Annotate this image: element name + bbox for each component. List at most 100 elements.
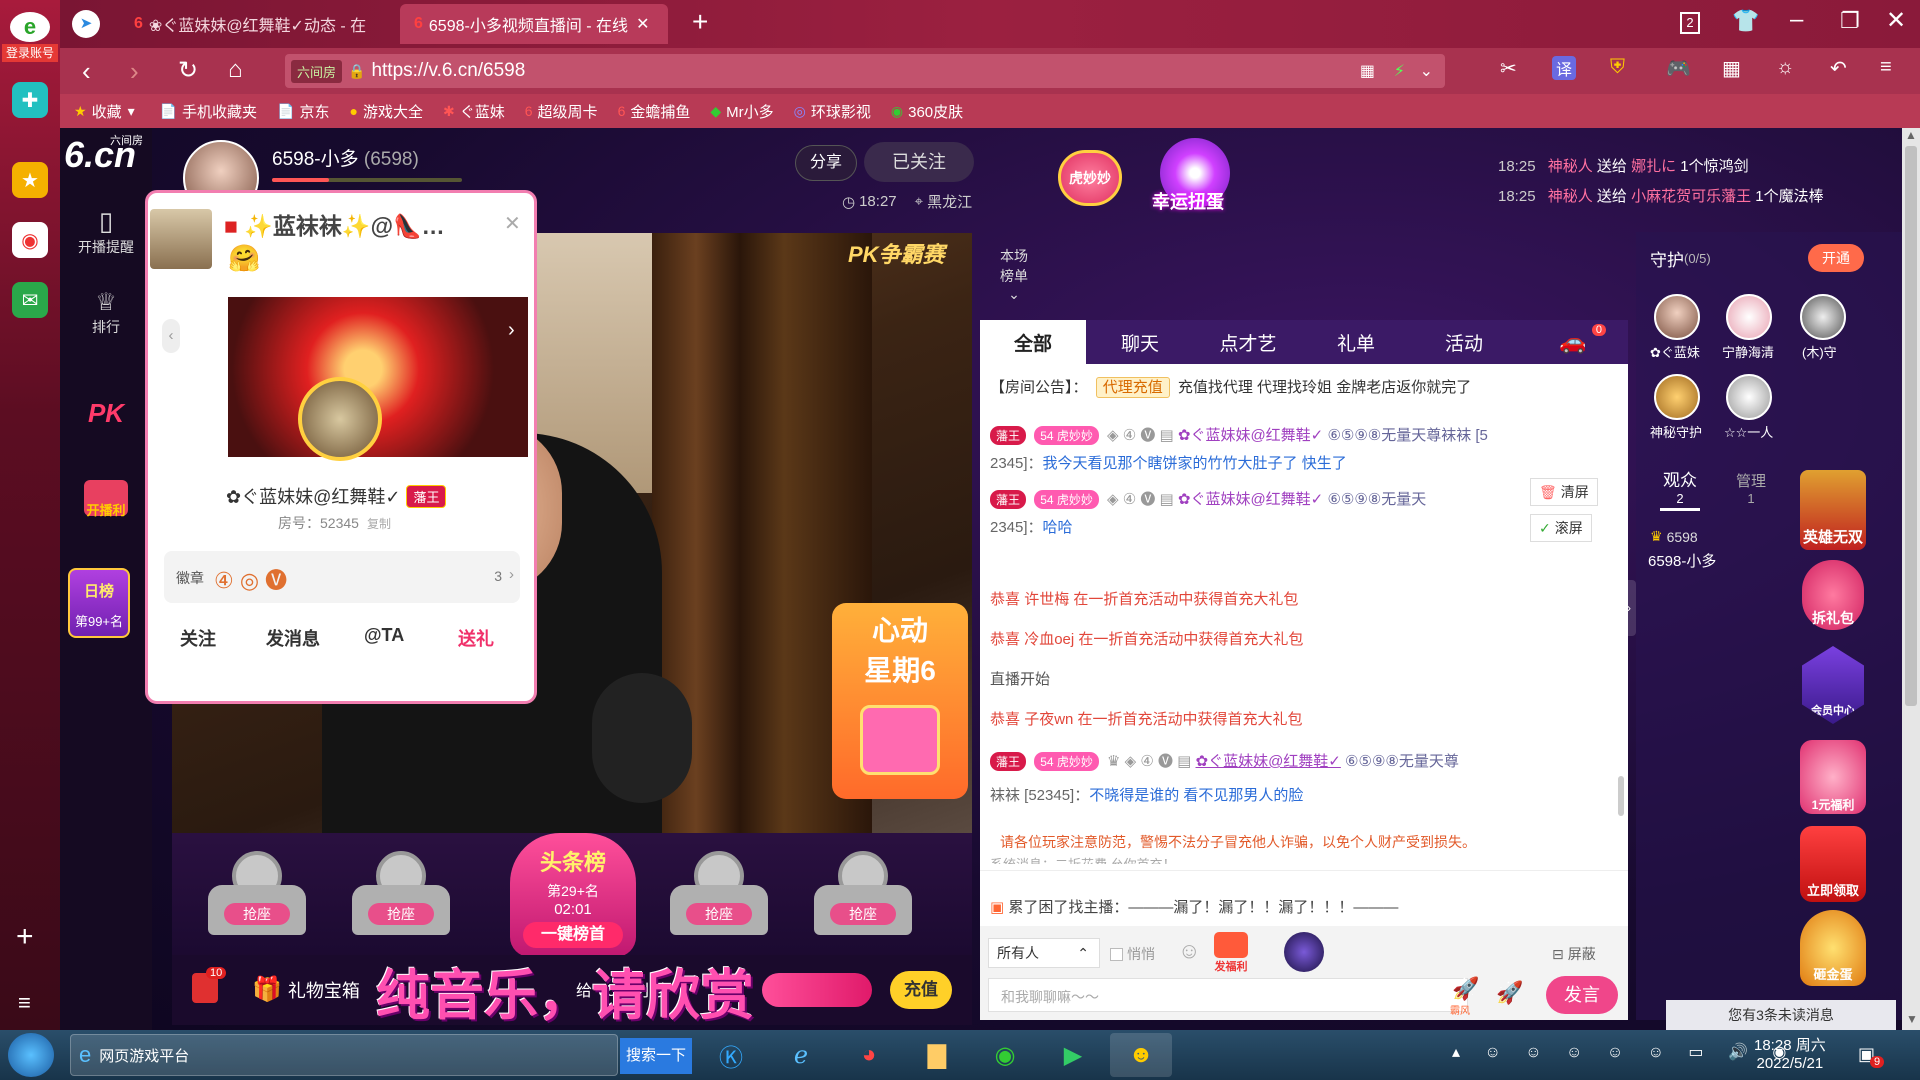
gamepad-icon[interactable]: 🎮 [1666, 56, 1691, 81]
recharge-button[interactable]: 充值 [890, 971, 952, 1009]
address-bar[interactable]: 六间房 🔒 https://v.6.cn/6598 ▦ ⚡ ⌄ [285, 54, 1445, 88]
chrome-icon[interactable]: ◕ [838, 1033, 900, 1077]
site-logo[interactable]: 6.cn 六间房 [64, 134, 148, 184]
chat-username[interactable]: ✿ぐ蓝妹妹@红舞鞋✓ [1178, 491, 1323, 508]
audience-entry[interactable]: ♛ 6598 [1650, 528, 1698, 545]
whisper-checkbox[interactable]: 悄悄 [1110, 944, 1155, 964]
star-icon[interactable]: ★ [12, 162, 48, 198]
share-button[interactable]: 分享 [795, 145, 857, 181]
add-icon[interactable]: + [16, 920, 34, 954]
chat-username[interactable]: ✿ぐ蓝妹妹@红舞鞋✓ [1178, 427, 1323, 444]
collapse-handle[interactable]: › [1622, 580, 1636, 636]
promo-one-yuan[interactable]: 1元福利 [1800, 740, 1866, 814]
translate-icon[interactable]: 译 [1552, 56, 1577, 80]
orb-icon[interactable] [1284, 932, 1324, 972]
send-gift-action[interactable]: 送礼 [458, 625, 494, 651]
close-tab-icon[interactable]: ✕ [636, 14, 649, 34]
search-button[interactable]: 搜索一下 [620, 1038, 692, 1074]
taskbar-item-browser[interactable]: e 网页游戏平台 [70, 1034, 618, 1076]
clear-screen-button[interactable]: 🗑 清屏 [1530, 478, 1598, 506]
one-click-top-button[interactable]: 一键榜首 [523, 922, 623, 948]
back-icon[interactable]: ‹ [82, 56, 91, 87]
tab-talent[interactable]: 点才艺 [1194, 320, 1302, 364]
launch-icon[interactable]: 🚀 [1452, 976, 1479, 1002]
plus-circle-icon[interactable]: ✚ [12, 82, 48, 118]
seat-slot[interactable]: 抢座 [202, 845, 312, 949]
tab-activity[interactable]: 活动 [1410, 320, 1518, 364]
popup-avatar-thumb[interactable] [150, 209, 212, 269]
start-button[interactable] [8, 1033, 54, 1077]
tab-live[interactable]: 6 6598-小多视频直播间 - 在线 ✕ [400, 4, 668, 44]
tab-audience[interactable]: 观众 2 [1660, 466, 1700, 511]
scroll-down-icon[interactable]: ▼ [1906, 1012, 1918, 1026]
session-ranking[interactable]: 本场 榜单 ⌄ [1000, 246, 1028, 303]
tiger-promo[interactable]: 虎妙妙 [1058, 150, 1122, 206]
bookmark-item[interactable]: ✱ ぐ蓝妹 [443, 101, 505, 122]
scroll-thumb[interactable] [1905, 146, 1917, 706]
promo-smash-egg[interactable]: 砸金蛋 [1800, 910, 1866, 986]
copy-button[interactable]: 复制 [367, 515, 391, 532]
refresh-icon[interactable]: ↻ [178, 56, 198, 85]
tab-gift-list[interactable]: 礼单 [1302, 320, 1410, 364]
game-app-icon[interactable]: ☻ [1110, 1033, 1172, 1077]
undo-icon[interactable]: ↶ [1830, 56, 1847, 81]
chevron-down-icon[interactable]: ⌄ [1420, 61, 1433, 81]
open-guard-button[interactable]: 开通 [1808, 244, 1864, 272]
guard-name[interactable]: (木)守 [1802, 342, 1837, 361]
restore-icon[interactable]: ❐ [1840, 8, 1860, 34]
bookmark-item[interactable]: ◎ 环球影视 [794, 101, 871, 122]
tab-admin[interactable]: 管理 1 [1736, 470, 1766, 506]
guard-name[interactable]: 宁静海清 [1722, 342, 1774, 361]
new-tab-button[interactable]: + [692, 6, 708, 38]
prev-arrow-icon[interactable]: ‹ [162, 319, 180, 353]
home-icon[interactable]: ⌂ [228, 56, 243, 84]
ie-browser-icon[interactable]: ℯ [770, 1033, 832, 1077]
guard-avatar[interactable] [1726, 374, 1772, 420]
chat-scrollbar[interactable] [1618, 776, 1624, 816]
medal-row[interactable]: 徽章 ④ ◎ 🅥 3 › [164, 551, 520, 603]
bookmark-item[interactable]: ◉ 360皮肤 [891, 101, 963, 122]
360-browser-icon[interactable]: ◉ [974, 1033, 1036, 1077]
guard-avatar[interactable] [1654, 294, 1700, 340]
sun-icon[interactable]: ☼ [1776, 56, 1794, 79]
rocket-icon[interactable]: 🚀 [1496, 980, 1523, 1006]
nav-ranking[interactable]: ♕ 排行 [60, 288, 152, 337]
seat-slot[interactable]: 抢座 [664, 845, 774, 949]
seat-slot[interactable]: 抢座 [808, 845, 918, 949]
page-scrollbar[interactable]: ▲ ▼ [1902, 128, 1920, 1030]
bookmark-item[interactable]: ◆ Mr小多 [710, 101, 773, 122]
nav-pk[interactable]: PK [60, 398, 152, 429]
folder-icon[interactable]: ▇ [906, 1033, 968, 1077]
scissors-icon[interactable]: ✂ [1500, 56, 1517, 81]
bookmark-item[interactable]: 6 超级周卡 [525, 101, 598, 122]
guard-avatar[interactable] [1726, 294, 1772, 340]
send-button[interactable]: 发言 [1546, 976, 1618, 1014]
promo-open-gift[interactable]: 拆礼包 [1802, 560, 1864, 630]
bookmark-item[interactable]: ★ 收藏 ▾ [74, 101, 140, 122]
shield-icon[interactable]: ⛨ [1610, 56, 1625, 79]
minimize-icon[interactable]: – [1790, 6, 1803, 34]
mail-icon[interactable]: ✉ [12, 282, 48, 318]
guard-name[interactable]: ☆☆一人 [1724, 422, 1773, 441]
block-button[interactable]: ⊟ 屏蔽 [1552, 944, 1596, 964]
promo-hero[interactable]: 英雄无双 [1800, 470, 1866, 550]
auto-scroll-button[interactable]: ✓ 滚屏 [1530, 514, 1592, 542]
promo-claim-now[interactable]: 立即领取 [1800, 826, 1866, 902]
lucky-capsule-label[interactable]: 幸运扭蛋 [1152, 188, 1224, 214]
tab-count-icon[interactable]: 2 [1680, 12, 1700, 34]
menu-icon[interactable]: ≡ [18, 990, 31, 1016]
send-gift-pill[interactable] [762, 973, 872, 1007]
nav-live-reminder[interactable]: ▯ 开播提醒 [60, 206, 152, 257]
tray-icons[interactable]: ▴ ☺ ☺ ☺ ☺ ☺ ▭ 🔊 ◉ [1452, 1042, 1796, 1062]
bookmark-item[interactable]: 6 金蟾捕鱼 [618, 101, 691, 122]
login-button[interactable]: 登录账号 [2, 44, 58, 62]
qr-icon[interactable]: ▦ [1360, 61, 1375, 81]
shirt-icon[interactable]: 👕 [1732, 8, 1759, 34]
gift-treasure-button[interactable]: 🎁 礼物宝箱 [252, 975, 360, 1004]
send-icon[interactable]: ➤ [72, 10, 100, 38]
bookmark-item[interactable]: ● 游戏大全 [350, 101, 423, 122]
next-arrow-icon[interactable]: › [508, 319, 515, 342]
audience-name[interactable]: 6598-小多 [1648, 550, 1716, 571]
media-player-icon[interactable]: ▶ [1042, 1033, 1104, 1077]
guard-avatar[interactable] [1654, 374, 1700, 420]
